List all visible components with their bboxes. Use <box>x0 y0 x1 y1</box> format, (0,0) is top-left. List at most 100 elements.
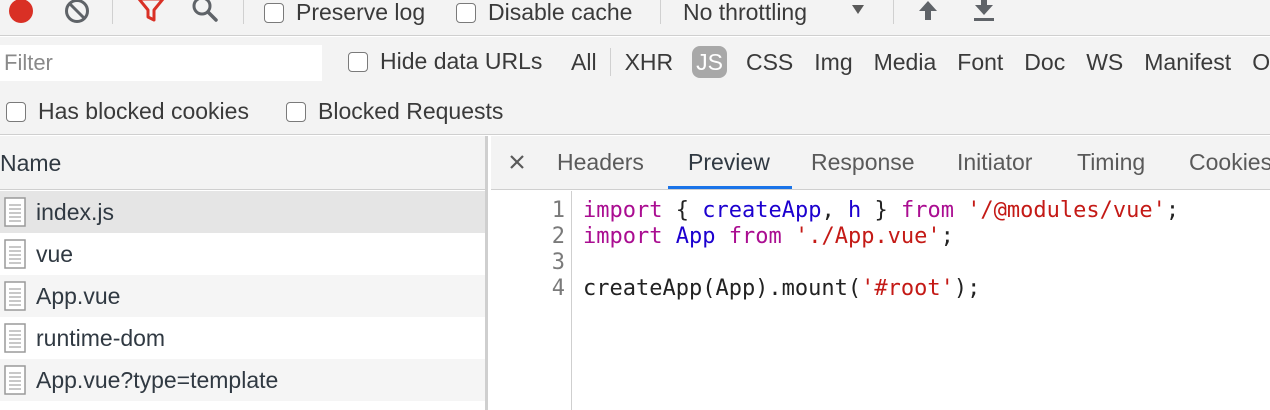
hide-data-urls-label: Hide data URLs <box>380 48 543 74</box>
export-har-icon[interactable] <box>970 0 998 24</box>
code-punct: ; <box>940 224 954 249</box>
filter-icon[interactable] <box>136 0 166 24</box>
type-filter-media[interactable]: Media <box>874 46 937 78</box>
blocked-filter-bar: Has blocked cookies Blocked Requests <box>0 87 1270 135</box>
line-number: 2 <box>551 224 565 249</box>
request-row[interactable]: App.vue <box>0 275 485 317</box>
code-keyword: from <box>728 224 782 249</box>
request-name: runtime-dom <box>36 324 166 351</box>
code-punct <box>715 224 728 249</box>
type-filter-doc[interactable]: Doc <box>1024 46 1065 78</box>
code-punct: ; <box>1165 198 1180 223</box>
code-identifier: createApp <box>702 198 822 223</box>
disable-cache-checkbox[interactable] <box>456 2 476 23</box>
import-har-icon[interactable] <box>914 0 942 24</box>
preserve-log-checkbox[interactable] <box>264 2 284 23</box>
blocked-requests-label: Blocked Requests <box>318 98 504 124</box>
tab-initiator[interactable]: Initiator <box>957 136 1032 190</box>
blocked-requests-checkbox[interactable] <box>286 101 306 122</box>
file-icon <box>4 281 26 311</box>
code-line: createApp(App).mount('#root'); <box>583 276 980 302</box>
request-row[interactable]: vue <box>0 233 485 275</box>
preserve-log-label: Preserve log <box>296 0 426 25</box>
hide-data-urls-toggle[interactable]: Hide data URLs <box>348 48 542 75</box>
tab-cookies[interactable]: Cookies <box>1189 136 1270 190</box>
has-blocked-cookies-toggle[interactable]: Has blocked cookies <box>6 98 249 125</box>
request-name: index.js <box>36 198 114 225</box>
request-name: App.vue?type=template <box>36 366 279 393</box>
network-toolbar: Preserve log Disable cache No throttling <box>0 0 1270 36</box>
tab-response[interactable]: Response <box>811 136 915 190</box>
code-punct: { <box>662 198 703 223</box>
toolbar-divider <box>893 0 894 24</box>
type-divider <box>609 48 611 76</box>
file-icon <box>4 323 26 353</box>
hide-data-urls-checkbox[interactable] <box>348 51 368 72</box>
code-keyword: from <box>900 198 954 223</box>
line-number: 4 <box>551 276 565 301</box>
request-name: App.vue <box>36 282 121 309</box>
clear-icon[interactable] <box>62 0 92 26</box>
details-tabbar: Headers Preview Response Initiator Timin… <box>491 136 1270 190</box>
type-filter-ws[interactable]: WS <box>1086 46 1123 78</box>
tab-headers[interactable]: Headers <box>557 136 644 190</box>
code-line: import { createApp, h } from '/@modules/… <box>583 198 1179 224</box>
request-list-panel: Name index.js vue App.vue runtime-dom Ap… <box>0 136 488 410</box>
file-icon <box>4 239 26 269</box>
request-row[interactable]: index.js <box>0 191 485 233</box>
has-blocked-cookies-checkbox[interactable] <box>6 101 26 122</box>
code-punct <box>782 224 795 249</box>
disable-cache-toggle[interactable]: Disable cache <box>456 0 632 26</box>
request-row[interactable]: App.vue?type=template <box>0 359 485 401</box>
search-icon[interactable] <box>190 0 220 24</box>
request-name: vue <box>36 240 74 267</box>
code-string: './App.vue' <box>794 224 941 249</box>
toolbar-divider <box>660 0 661 24</box>
code-plain: createApp(App).mount( <box>583 276 862 301</box>
code-plain: ); <box>953 276 981 301</box>
code-punct: , <box>821 198 848 223</box>
line-number: 3 <box>551 250 565 275</box>
request-row[interactable]: runtime-dom <box>0 317 485 359</box>
chevron-down-icon[interactable] <box>850 2 866 18</box>
resource-type-filters: All XHR JS CSS Img Media Font Doc WS Man… <box>571 46 1270 78</box>
filter-input[interactable] <box>0 45 322 81</box>
line-number: 1 <box>551 198 565 223</box>
blocked-requests-toggle[interactable]: Blocked Requests <box>286 98 503 125</box>
code-punct: } <box>861 198 901 223</box>
type-filter-all[interactable]: All <box>571 46 597 78</box>
record-icon[interactable] <box>6 0 36 26</box>
type-filter-js[interactable]: JS <box>692 46 727 78</box>
type-filter-img[interactable]: Img <box>814 46 852 78</box>
code-identifier: App <box>675 224 716 249</box>
name-column-header[interactable]: Name <box>0 136 485 190</box>
type-filter-manifest[interactable]: Manifest <box>1144 46 1231 78</box>
type-filter-other[interactable]: O <box>1252 46 1270 78</box>
request-details-panel: Headers Preview Response Initiator Timin… <box>491 136 1270 410</box>
preview-code: 1 2 3 4 import { createApp, h } from '/@… <box>491 191 1270 410</box>
file-icon <box>4 197 26 227</box>
close-icon[interactable] <box>507 152 527 172</box>
file-icon <box>4 365 26 395</box>
code-identifier: h <box>847 198 862 223</box>
disable-cache-label: Disable cache <box>488 0 633 25</box>
code-punct <box>662 224 675 249</box>
code-line: import App from './App.vue'; <box>583 224 954 250</box>
code-string: '/@modules/vue' <box>967 198 1166 223</box>
line-number-gutter: 1 2 3 4 <box>491 191 572 410</box>
throttling-select[interactable]: No throttling <box>683 0 807 26</box>
has-blocked-cookies-label: Has blocked cookies <box>38 98 249 124</box>
code-string: '#root' <box>861 276 954 301</box>
tab-preview[interactable]: Preview <box>688 136 770 190</box>
code-punct <box>954 198 967 223</box>
tab-timing[interactable]: Timing <box>1077 136 1145 190</box>
filter-bar: Hide data URLs All XHR JS CSS Img Media … <box>0 37 1270 87</box>
type-filter-xhr[interactable]: XHR <box>625 46 674 78</box>
request-list: index.js vue App.vue runtime-dom App.vue… <box>0 191 485 401</box>
toolbar-divider <box>112 0 113 24</box>
preserve-log-toggle[interactable]: Preserve log <box>264 0 425 26</box>
type-filter-css[interactable]: CSS <box>746 46 793 78</box>
toolbar-divider <box>243 0 244 24</box>
type-filter-font[interactable]: Font <box>957 46 1003 78</box>
active-tab-indicator <box>668 186 792 189</box>
